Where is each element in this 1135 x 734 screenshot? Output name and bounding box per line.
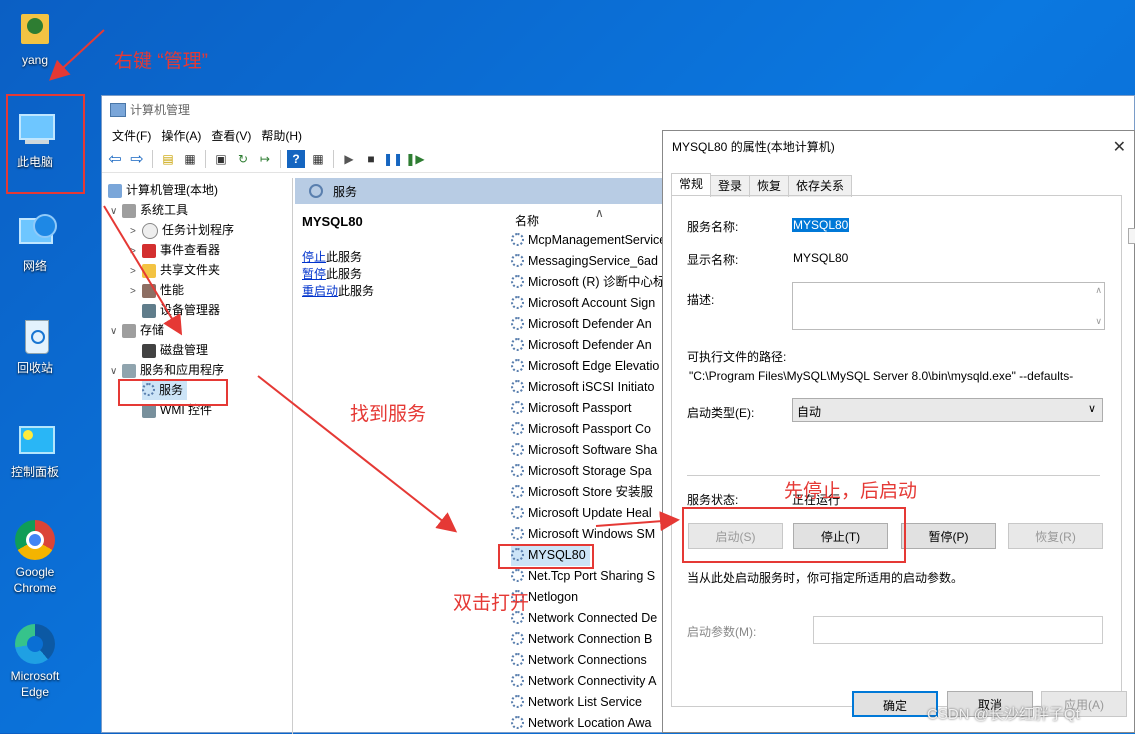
watermark: CSDN @长沙红胖子Qt (927, 706, 1080, 723)
annotation-arrows (49, 29, 680, 533)
arrow-to-dialog-buttons (595, 511, 680, 532)
arrow-to-this-pc (49, 29, 105, 81)
arrow-to-mysql80 (257, 375, 458, 533)
arrow-to-services-node (103, 205, 183, 336)
